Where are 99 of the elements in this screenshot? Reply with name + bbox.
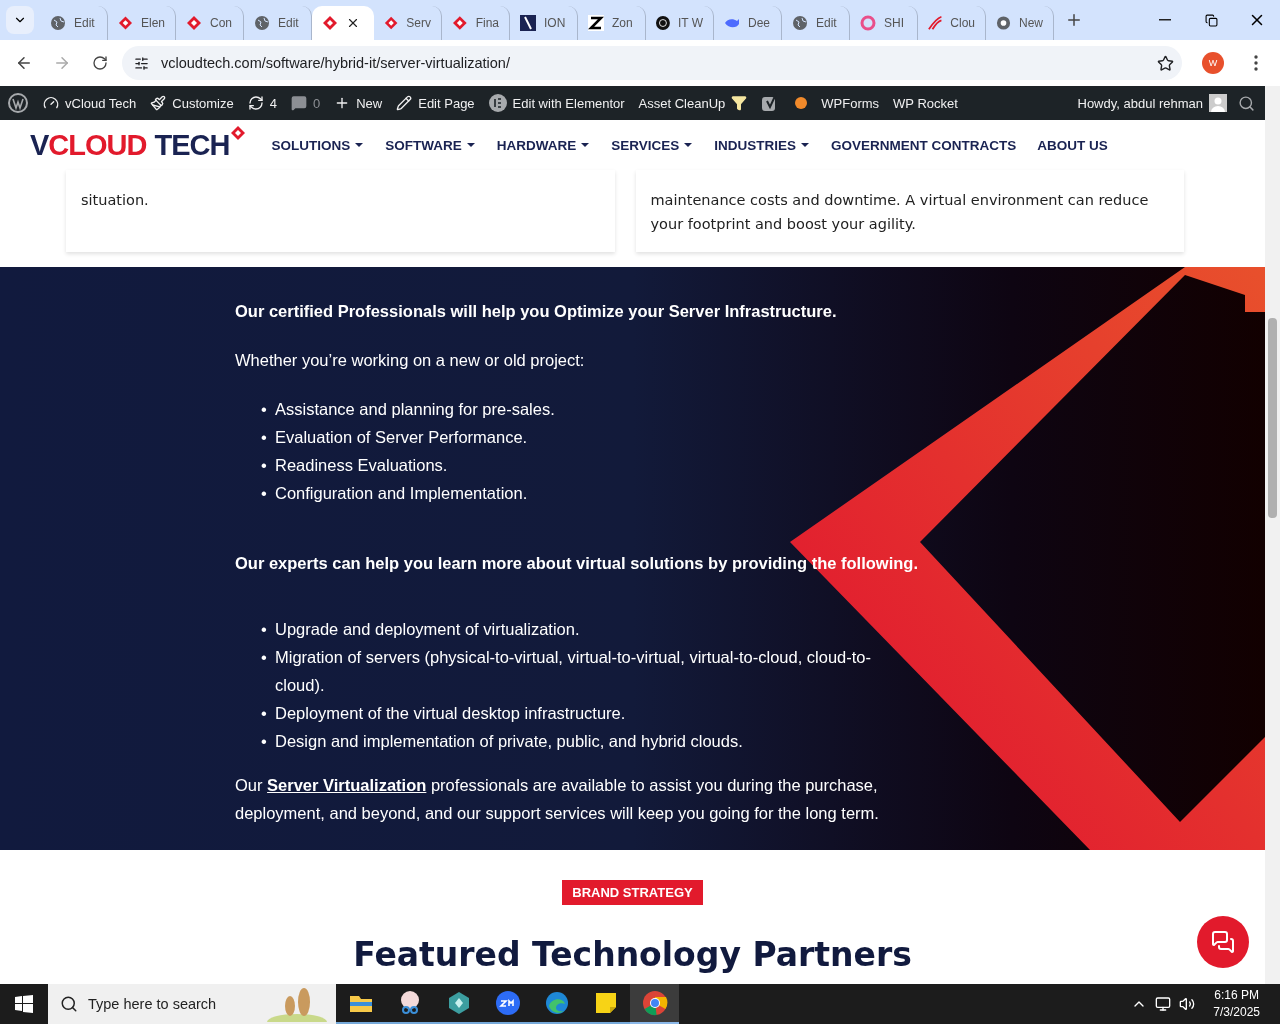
- network-icon[interactable]: [1155, 996, 1172, 1012]
- elementor-icon: [488, 94, 507, 112]
- nav-link[interactable]: SOFTWARE: [385, 137, 462, 153]
- browser-logo-icon: [996, 15, 1011, 31]
- chat-icon: [1211, 930, 1235, 954]
- admin-bar-item[interactable]: 4: [269, 95, 277, 111]
- dashboard-icon: [43, 95, 59, 111]
- taskbar-app[interactable]: [630, 984, 679, 1024]
- clock[interactable]: 6:16 PM 7/3/2025: [1213, 987, 1260, 1021]
- nav-link[interactable]: SOLUTIONS: [271, 137, 351, 153]
- admin-bar-item[interactable]: New: [356, 95, 383, 111]
- swoosh-logo-icon: [928, 15, 943, 31]
- browser-wave-icon: [543, 990, 570, 1016]
- reload-icon: [92, 55, 108, 71]
- knot-logo-icon: [656, 15, 670, 31]
- refresh-icon: [247, 95, 264, 111]
- forward-arrow-icon: [53, 54, 71, 72]
- card-text: situation.: [81, 192, 149, 208]
- bullet: •: [261, 483, 267, 504]
- chat-button[interactable]: [1197, 916, 1249, 968]
- site-settings-icon[interactable]: [134, 55, 149, 71]
- diamond-logo-icon: [384, 15, 399, 31]
- bullet: •: [261, 455, 267, 476]
- bullet: •: [261, 399, 267, 420]
- avatar-icon: [1209, 94, 1227, 112]
- card-text: maintenance costs and downtime. A virtual environment can reduce your footprint and boost your agility.: [650, 192, 1149, 232]
- list-item: Evaluation of Server Performance.: [275, 427, 528, 448]
- list-item: Assistance and planning for pre-sales.: [275, 399, 555, 420]
- plus-icon: [1065, 11, 1083, 29]
- nav-link[interactable]: HARDWARE: [496, 137, 577, 153]
- funnel-icon: [731, 95, 748, 111]
- wordpress-logo-icon[interactable]: [8, 93, 28, 113]
- admin-bar-item[interactable]: Customize: [172, 95, 234, 111]
- bullet: •: [261, 731, 267, 752]
- browser-logo-icon: [641, 990, 668, 1016]
- admin-bar-item[interactable]: WPForms: [821, 95, 880, 111]
- diamond-logo-icon: [322, 15, 338, 31]
- admin-bar-item[interactable]: 0: [312, 95, 321, 111]
- server-virtualization-link[interactable]: Server Virtualization: [267, 776, 427, 794]
- taskbar-search-field[interactable]: Type here to search: [48, 984, 336, 1024]
- diamond-logo-icon: [186, 15, 202, 31]
- ring-logo-icon: [860, 15, 876, 31]
- list-item: Readiness Evaluations.: [275, 455, 448, 476]
- profile-avatar[interactable]: W: [1202, 52, 1224, 74]
- slash-logo-icon: [520, 15, 536, 31]
- nav-link[interactable]: ABOUT US: [1037, 137, 1108, 153]
- list-item: Configuration and Implementation.: [275, 483, 528, 504]
- section-heading: Our certified Professionals will help you Optimize your Server Infrastructure.: [235, 301, 838, 322]
- admin-bar-item[interactable]: WP Rocket: [893, 95, 958, 111]
- caret-icon[interactable]: [354, 142, 365, 148]
- category-badge: BRAND STRATEGY: [562, 880, 703, 905]
- greeting-text[interactable]: Howdy, abdul rehman: [1077, 95, 1203, 111]
- pencil-icon: [396, 95, 413, 111]
- section-title: Featured Technology Partners: [353, 935, 912, 974]
- brush-icon: [150, 95, 167, 111]
- section-heading: Our experts can help you learn more about virtual solutions by providing the following.: [235, 553, 919, 574]
- intro-text: Whether you’re working on a new or old project:: [235, 350, 586, 371]
- bullet: •: [261, 619, 267, 640]
- globe-icon: [792, 15, 808, 31]
- caret-icon[interactable]: [683, 142, 694, 148]
- list-item: Design and implementation of private, public, and hybrid clouds.: [275, 731, 743, 752]
- address-bar[interactable]: vcloudtech.com/software/hybrid-it/server-virtualization/: [122, 46, 1182, 80]
- nav-link[interactable]: SERVICES: [611, 137, 680, 153]
- caret-icon[interactable]: [580, 142, 591, 148]
- browser-tab[interactable]: [312, 6, 374, 40]
- bookmark-icon[interactable]: [1157, 54, 1174, 72]
- list-item: Deployment of the virtual desktop infrastructure.: [275, 703, 626, 724]
- list-item: Upgrade and deployment of virtualization.: [275, 619, 580, 640]
- nav-link[interactable]: INDUSTRIES: [714, 137, 796, 153]
- z-logo-icon: [588, 15, 604, 31]
- status-dot-icon: [795, 97, 808, 109]
- admin-bar-item[interactable]: vCloud Tech: [65, 95, 137, 111]
- scrollbar[interactable]: [1265, 86, 1280, 984]
- admin-bar-item[interactable]: Edit Page: [418, 95, 475, 111]
- company-logo[interactable]: VCLOUD TECH: [30, 128, 250, 162]
- bullet: •: [261, 703, 267, 724]
- list-item: Migration of servers (physical-to-virtual, virtual-to-virtual, virtual-to-cloud, cloud-to-cloud).: [275, 647, 873, 696]
- globe-icon: [254, 15, 270, 31]
- close-icon[interactable]: [346, 16, 360, 30]
- admin-bar-item[interactable]: Edit with Elementor: [512, 95, 625, 111]
- restore-icon: [1204, 13, 1218, 27]
- speaker-icon[interactable]: [1179, 996, 1196, 1012]
- bullet: •: [261, 647, 267, 668]
- caret-icon[interactable]: [799, 142, 810, 148]
- bullet: •: [261, 427, 267, 448]
- globe-icon: [50, 15, 66, 31]
- minimize-icon: [1159, 19, 1171, 21]
- video-call-icon: [494, 990, 521, 1016]
- windows-logo-icon: [15, 995, 33, 1013]
- closing-paragraph: Our Server Virtualization professionals are available to assist you during the purchase, deployment, and beyond, and our support services will keep you going for the long term.: [235, 775, 880, 824]
- nav-link[interactable]: GOVERNMENT CONTRACTS: [830, 137, 1017, 153]
- search-icon: [60, 995, 78, 1013]
- search-icon[interactable]: [1238, 94, 1255, 112]
- comment-icon: [290, 95, 307, 111]
- admin-bar-item[interactable]: Asset CleanUp: [638, 95, 726, 111]
- diamond-logo-icon: [118, 15, 133, 31]
- diamond-logo-icon: [452, 15, 468, 31]
- caret-icon[interactable]: [465, 142, 476, 148]
- menu-icon: [1254, 55, 1258, 71]
